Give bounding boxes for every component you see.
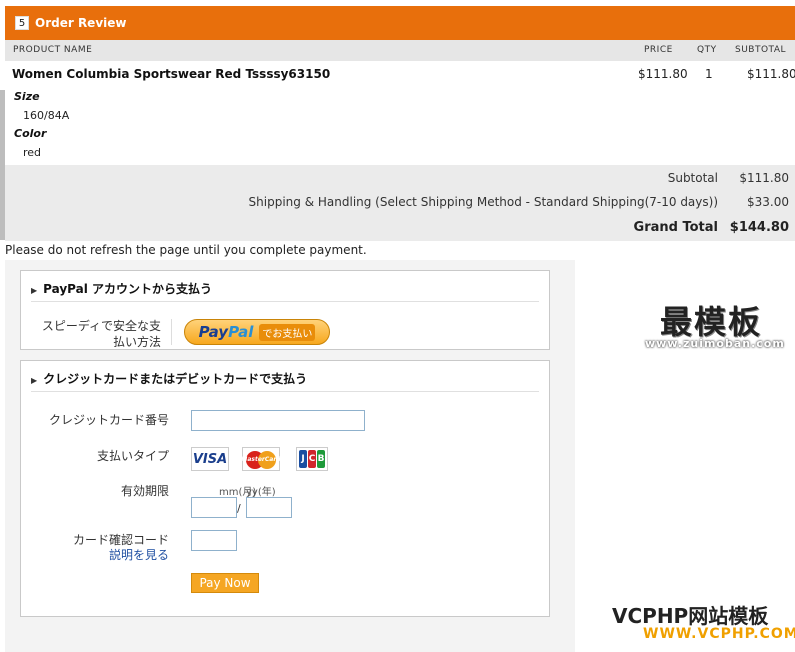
paypal-desc-line1: スピーディで安全な支	[41, 319, 161, 333]
jcb-card-icon[interactable]: J C B	[296, 447, 328, 471]
jcb-b: B	[317, 450, 325, 468]
product-price: $111.80	[638, 67, 688, 81]
option-label-size: Size	[14, 90, 40, 103]
divider	[31, 301, 539, 302]
mastercard-icon[interactable]: MasterCard	[241, 447, 281, 471]
paypal-title[interactable]: ▶ PayPal アカウントから支払う	[31, 280, 212, 297]
table-row: Women Columbia Sportswear Red Tssssy6315…	[5, 61, 795, 165]
payment-area: ▶ PayPal アカウントから支払う スピーディで安全な支 払い方法 PayPa…	[5, 260, 575, 652]
product-subtotal: $111.80	[747, 67, 795, 81]
paypal-logo: PayPal	[199, 323, 254, 341]
vcphp-watermark-url: WWW.VCPHP.COM	[643, 626, 795, 642]
vcphp-watermark: VCPHP网站模板	[612, 604, 769, 628]
expiry-slash: /	[237, 502, 241, 515]
paypal-title-text: PayPal アカウントから支払う	[43, 282, 213, 296]
paypal-desc-line2: 払い方法	[112, 335, 161, 349]
credit-card-title[interactable]: ▶ クレジットカードまたはデビットカードで支払う	[31, 370, 307, 387]
card-number-label: クレジットカード番号	[48, 413, 169, 427]
card-type-label: 支払いタイプ	[96, 449, 169, 463]
paypal-checkout-button[interactable]: PayPal でお支払い	[184, 319, 330, 345]
section-title: Order Review	[35, 16, 127, 30]
paypal-box: ▶ PayPal アカウントから支払う スピーディで安全な支 払い方法 PayPa…	[20, 270, 550, 350]
shipping-value: $33.00	[747, 195, 789, 209]
divider	[171, 319, 172, 345]
option-value-size: 160/84A	[23, 109, 70, 122]
divider	[31, 391, 539, 392]
card-number-input[interactable]	[191, 410, 365, 431]
visa-card-icon[interactable]: VISA	[191, 447, 229, 471]
mastercard-text: MasterCard	[241, 455, 281, 463]
triangle-right-icon: ▶	[31, 286, 38, 295]
pay-now-button[interactable]: Pay Now	[191, 573, 259, 593]
grand-total-value: $144.80	[729, 220, 789, 235]
step-number-badge: 5	[15, 16, 29, 30]
expiry-year-input[interactable]	[246, 497, 292, 518]
grand-total-label: Grand Total	[633, 220, 718, 235]
paypal-description: スピーディで安全な支 払い方法	[41, 318, 161, 350]
col-subtotal: SUBTOTAL	[735, 45, 787, 55]
triangle-right-icon: ▶	[31, 376, 38, 385]
paypal-button-label: でお支払い	[259, 323, 316, 341]
subtotal-label: Subtotal	[667, 171, 718, 185]
year-label: yy(年)	[246, 487, 276, 498]
subtotal-value: $111.80	[739, 171, 789, 185]
jcb-j: J	[299, 450, 307, 468]
expiry-label: 有効期限	[120, 484, 169, 498]
product-qty: 1	[705, 67, 713, 81]
jcb-c: C	[308, 450, 316, 468]
paypal-logo-pal: Pal	[228, 323, 254, 341]
paypal-logo-pay: Pay	[198, 323, 229, 341]
credit-card-box: ▶ クレジットカードまたはデビットカードで支払う クレジットカード番号 支払いタイ…	[20, 360, 550, 617]
col-product-name: PRODUCT NAME	[13, 45, 93, 55]
expiry-month-input[interactable]	[191, 497, 237, 518]
option-label-color: Color	[14, 127, 47, 140]
order-table-header: PRODUCT NAME PRICE QTY SUBTOTAL	[5, 40, 795, 61]
refresh-notice: Please do not refresh the page until you…	[5, 243, 367, 257]
section-header: 5 Order Review	[5, 6, 795, 40]
col-qty: QTY	[697, 45, 717, 55]
order-totals: Subtotal $111.80 Shipping & Handling (Se…	[5, 165, 795, 241]
col-price: PRICE	[644, 45, 673, 55]
cvv-help-link[interactable]: 説明を見る	[109, 546, 169, 563]
zuimoban-watermark-url: www.zuimoban.com	[645, 337, 785, 350]
shipping-label: Shipping & Handling (Select Shipping Met…	[248, 195, 718, 209]
product-name: Women Columbia Sportswear Red Tssssy6315…	[12, 67, 331, 81]
cvv-input[interactable]	[191, 530, 237, 551]
option-value-color: red	[23, 146, 42, 159]
credit-card-title-text: クレジットカードまたはデビットカードで支払う	[43, 372, 308, 386]
